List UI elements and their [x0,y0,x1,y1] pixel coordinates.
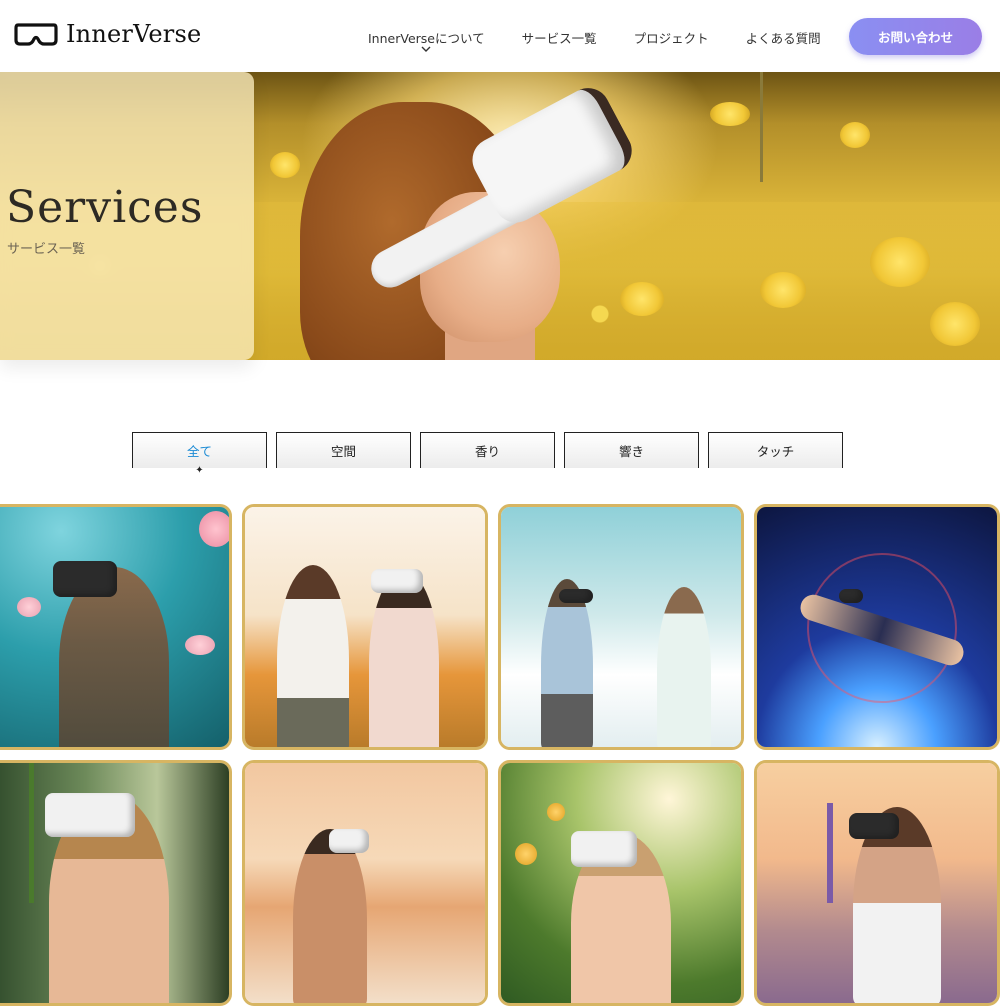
nav-item-label: プロジェクト [633,31,709,46]
jellyfish [199,511,229,547]
service-card-lavender[interactable] [754,760,1000,1006]
page-title: Services [6,182,204,233]
main-nav: InnerVerseについて サービス一覧 プロジェクト よくある質問 [368,28,858,52]
vr-headset [53,561,117,597]
active-tab-marker-icon: ✦ [195,465,204,476]
page-subtitle: サービス一覧 [7,242,86,257]
vr-headset [839,589,863,603]
tab-sound[interactable]: 響き [564,432,699,468]
service-card-forest[interactable] [0,760,232,1006]
vr-headset [329,829,369,853]
tab-label: 香り [474,444,500,459]
flower [870,237,930,287]
service-card-flower-couple[interactable] [242,504,488,750]
person [541,579,593,747]
site-header: InnerVerse InnerVerseについて サービス一覧 プロジェクト … [0,0,1000,72]
vr-headset [849,813,899,839]
hero-title-card: Services サービス一覧 [0,72,254,360]
tab-all[interactable]: 全て ✦ [132,432,267,476]
lavender-sprig [827,803,833,903]
pole [760,72,763,182]
nav-item-label: InnerVerseについて [368,31,485,46]
person [657,587,711,747]
vr-headset [559,589,593,603]
jellyfish [17,597,41,617]
tab-label: 響き [618,444,644,459]
vr-headset [571,831,637,867]
person [293,829,367,1003]
service-card-citrus[interactable] [498,760,744,1006]
tab-touch[interactable]: タッチ [708,432,843,468]
tab-label: 空間 [330,444,356,459]
orange-fruit [515,843,537,865]
orange-fruit [547,803,565,821]
person [369,571,439,747]
herb-sprig [29,763,34,903]
brand-name: InnerVerse [66,20,202,48]
vr-headset [371,569,423,593]
tab-space[interactable]: 空間 [276,432,411,468]
contact-button[interactable]: お問い合わせ [849,18,982,55]
jellyfish [185,635,215,655]
flower [930,302,980,346]
service-card-cloud-couple[interactable] [498,504,744,750]
flower [710,102,750,126]
vr-goggles-logo-icon [14,23,58,46]
nav-item-label: よくある質問 [745,31,821,46]
nav-item-label: サービス一覧 [521,31,597,46]
vr-headset [45,793,135,837]
flower [620,282,664,316]
flower [840,122,870,148]
service-card-space[interactable] [754,504,1000,750]
person [277,565,349,747]
category-filter-tabs: 全て ✦ 空間 香り 響き タッチ [132,432,843,476]
logo[interactable]: InnerVerse [14,20,201,48]
nav-item-projects[interactable]: プロジェクト [634,28,709,47]
chevron-down-icon[interactable] [421,45,431,53]
nav-item-faq[interactable]: よくある質問 [746,28,821,47]
tab-label: 全て [186,444,212,459]
service-card-beach[interactable] [242,760,488,1006]
nav-item-services[interactable]: サービス一覧 [522,28,597,47]
flower [760,272,806,308]
tab-label: タッチ [756,444,795,459]
flower [270,152,300,178]
service-card-underwater[interactable] [0,504,232,750]
nav-item-about[interactable]: InnerVerseについて [368,28,485,52]
tab-scent[interactable]: 香り [420,432,555,468]
